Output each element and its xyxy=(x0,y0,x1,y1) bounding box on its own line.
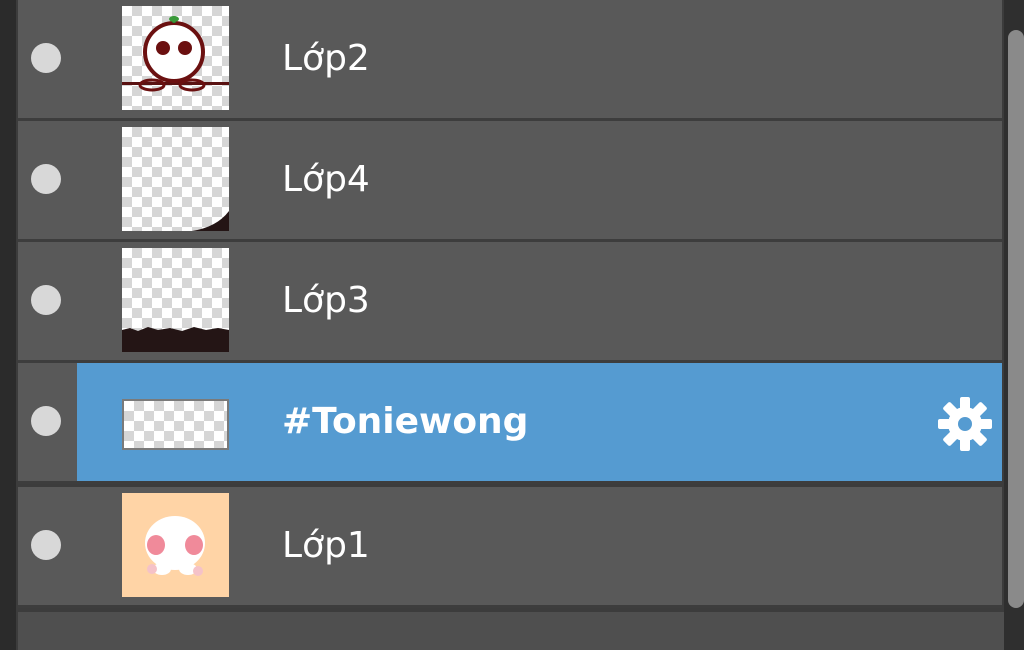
text-layer-thumb xyxy=(124,401,227,448)
visibility-toggle[interactable] xyxy=(31,43,61,73)
visibility-toggle[interactable] xyxy=(31,285,61,315)
layer-row-lop2[interactable]: Lớp2 xyxy=(18,0,1002,121)
layer-thumbnail xyxy=(122,127,229,231)
layer-row-lop1[interactable]: Lớp1 xyxy=(18,487,1002,608)
visibility-toggle[interactable] xyxy=(31,406,61,436)
layer-thumbnail xyxy=(122,248,229,352)
layer-row-lop4[interactable]: Lớp4 xyxy=(18,121,1002,242)
layers-panel: Lớp2 Lớp4 Lớp3 #Toniewong Lớp1 xyxy=(0,0,1024,650)
layer-thumbnail xyxy=(122,399,229,450)
cherry-character-thumb xyxy=(122,16,229,92)
layer-name: Lớp4 xyxy=(282,159,370,200)
visibility-toggle[interactable] xyxy=(31,530,61,560)
gear-icon[interactable] xyxy=(936,395,994,453)
layer-thumbnail xyxy=(122,6,229,110)
panel-left-edge xyxy=(0,0,16,650)
pink-character-thumb xyxy=(145,516,205,576)
ground-strip-thumb xyxy=(122,327,229,352)
layer-name: Lớp3 xyxy=(282,280,370,321)
layer-thumbnail xyxy=(122,493,229,597)
layer-name: #Toniewong xyxy=(282,401,529,442)
layer-row-toniewong[interactable]: #Toniewong xyxy=(18,363,1002,484)
layer-name: Lớp1 xyxy=(282,525,370,566)
corner-shape-thumb xyxy=(192,211,229,231)
layer-name: Lớp2 xyxy=(282,38,370,79)
layer-list: Lớp2 Lớp4 Lớp3 #Toniewong Lớp1 xyxy=(18,0,1002,612)
scrollbar-thumb[interactable] xyxy=(1008,30,1024,608)
panel-footer xyxy=(18,612,1006,650)
layer-row-lop3[interactable]: Lớp3 xyxy=(18,242,1002,363)
visibility-toggle[interactable] xyxy=(31,164,61,194)
